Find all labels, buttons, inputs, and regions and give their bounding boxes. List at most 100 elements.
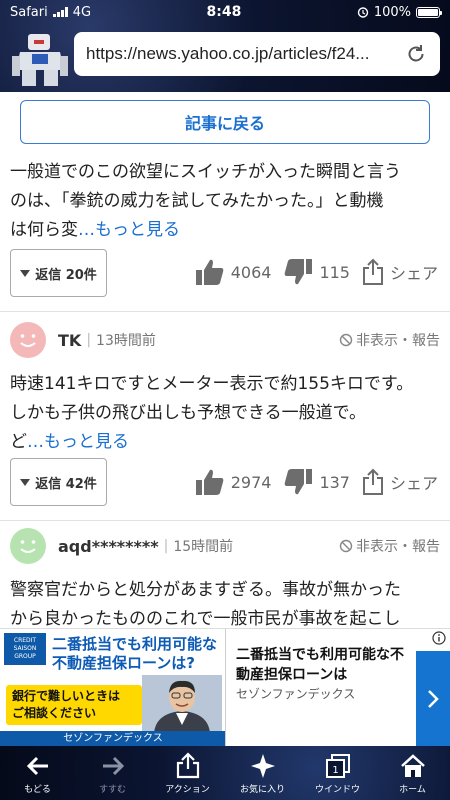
url-text[interactable]: https://news.yahoo.co.jp/articles/f24... (86, 44, 404, 64)
expand-triangle-icon (20, 478, 31, 486)
action-label: アクション (165, 784, 210, 795)
home-button[interactable]: ホーム (375, 746, 450, 800)
ad-open-button[interactable] (416, 651, 450, 747)
dislike-button[interactable]: 137 (283, 468, 350, 496)
username[interactable]: aqd******** (58, 537, 159, 556)
like-count: 2974 (230, 472, 272, 492)
expand-triangle-icon (20, 269, 31, 277)
thumbs-down-icon (285, 469, 313, 495)
separator: | (86, 332, 92, 348)
comment-actions-2: 2974 137 シェア (195, 468, 438, 496)
username[interactable]: TK (58, 331, 81, 350)
reply-count-button[interactable]: 返信 20件 (10, 249, 107, 297)
window-label: ウインドウ (314, 784, 360, 795)
like-button[interactable]: 4064 (195, 258, 272, 286)
carrier-label: Safari (10, 4, 48, 20)
hide-report-link[interactable]: 非表示・報告 (339, 536, 440, 556)
ad-headline: 二番抵当でも利用可能な 不動産担保ローンは? (52, 635, 217, 673)
share-button[interactable]: シェア (362, 258, 438, 286)
thumbs-up-icon (195, 469, 224, 495)
address-bar[interactable]: https://news.yahoo.co.jp/articles/f24... (74, 32, 440, 76)
ad-title[interactable]: 二番抵当でも利用可能な不動産担保ローンは (236, 645, 414, 685)
home-icon (400, 753, 425, 777)
posted-time: 13時間前 (96, 333, 156, 349)
ad-yellow-callout: 銀行で難しいときは ご相談ください (6, 685, 142, 725)
share-icon (362, 468, 383, 495)
ad-info-icon[interactable] (432, 631, 446, 645)
chevron-right-icon (428, 690, 439, 708)
status-bar: Safari 4G 8:48 100% (0, 0, 450, 24)
see-more-link[interactable]: …もっと見る (78, 220, 180, 240)
forward-button[interactable]: すすむ (75, 746, 150, 800)
ad-headline-line: 二番抵当でも利用可能な (52, 635, 218, 653)
comment-line: から良かったもののこれで一般市民が事故を起こし (10, 609, 401, 628)
back-button[interactable]: もどる (0, 746, 75, 800)
ad-headline-line: 不動産担保ローンは? (52, 654, 195, 672)
comment-line: しかも子供の飛び出しも予想できる一般道で。 (10, 403, 366, 423)
divider (0, 520, 450, 521)
share-action-icon (176, 751, 199, 778)
hide-report-link[interactable]: 非表示・報告 (339, 330, 440, 350)
comments-page: 記事に戻る 一般道でのこの欲望にスイッチが入った瞬間と言う のは、「拳銃の威力を… (0, 92, 450, 628)
comment-line: ど (10, 432, 27, 452)
reload-icon[interactable] (404, 42, 428, 66)
avatar (10, 322, 46, 358)
window-button[interactable]: 1 ウインドウ (300, 746, 375, 800)
arrow-right-icon (102, 756, 124, 775)
see-more-link[interactable]: …もっと見る (27, 432, 129, 452)
ad-advertiser: セゾンファンデックス (236, 687, 356, 701)
smiley-face-icon (20, 540, 36, 553)
ad-callout-line: ご相談ください (12, 706, 97, 720)
reply-label: 返信 20件 (35, 267, 97, 283)
ad-banner-image[interactable]: CREDIT SAISON GROUP 二番抵当でも利用可能な 不動産担保ローン… (0, 629, 226, 747)
divider (0, 311, 450, 312)
favorites-button[interactable]: お気に入り (225, 746, 300, 800)
battery-percent: 100% (373, 4, 411, 20)
block-icon (339, 333, 353, 347)
ad-logo: CREDIT SAISON GROUP (4, 633, 46, 665)
comment-line: のは、「拳銃の威力を試してみたかった。」と動機 (10, 191, 384, 211)
comment-body-1: 一般道でのこの欲望にスイッチが入った瞬間と言う のは、「拳銃の威力を試してみたか… (10, 158, 440, 245)
posted-time: 15時間前 (173, 539, 234, 555)
share-label: シェア (389, 474, 438, 493)
signal-icon (52, 7, 68, 17)
robot-wallpaper-icon (12, 34, 68, 86)
star-icon (250, 753, 275, 778)
comment-header-3: aqd******** | 15時間前 非表示・報告 (10, 528, 440, 564)
ad-footer-brand: セゾンファンデックス (0, 731, 225, 747)
avatar (10, 528, 46, 564)
browser-header: Safari 4G 8:48 100% https://news.yahoo.c… (0, 0, 450, 92)
window-count: 1 (332, 765, 338, 776)
network-label: 4G (72, 4, 92, 20)
alarm-icon (357, 7, 369, 18)
back-to-article-button[interactable]: 記事に戻る (20, 100, 430, 144)
dislike-button[interactable]: 115 (283, 258, 350, 286)
thumbs-down-icon (285, 259, 313, 285)
dislike-count: 115 (319, 262, 350, 282)
like-button[interactable]: 2974 (195, 468, 272, 496)
forward-label: すすむ (98, 784, 126, 795)
hide-report-label: 非表示・報告 (356, 539, 440, 555)
smiley-face-icon (20, 334, 36, 347)
arrow-left-icon (26, 756, 48, 775)
reply-count-button[interactable]: 返信 42件 (10, 458, 107, 506)
windows-icon: 1 (325, 753, 350, 778)
clock: 8:48 (206, 4, 242, 20)
share-button[interactable]: シェア (362, 468, 438, 496)
comment-body-2: 時速141キロですとメーター表示で約155キロです。 しかも子供の飛び出しも予想… (10, 370, 440, 457)
reply-label: 返信 42件 (35, 476, 97, 492)
favorites-label: お気に入り (239, 784, 285, 795)
home-label: ホーム (399, 784, 426, 795)
comment-header-2: TK | 13時間前 非表示・報告 (10, 322, 440, 358)
advertisement[interactable]: CREDIT SAISON GROUP 二番抵当でも利用可能な 不動産担保ローン… (0, 628, 450, 747)
action-button[interactable]: アクション (150, 746, 225, 800)
ad-callout-line: 銀行で難しいときは (12, 689, 121, 703)
battery-icon (415, 6, 442, 18)
comment-line: は何ら変 (10, 220, 78, 240)
comment-body-3: 警察官だからと処分があますぎる。事故が無かった から良かったもののこれで一般市民… (10, 576, 440, 628)
share-icon (362, 258, 383, 285)
thumbs-up-icon (195, 259, 224, 285)
comment-line: 一般道でのこの欲望にスイッチが入った瞬間と言う (10, 162, 401, 182)
share-label: シェア (389, 264, 438, 283)
like-count: 4064 (230, 262, 272, 282)
